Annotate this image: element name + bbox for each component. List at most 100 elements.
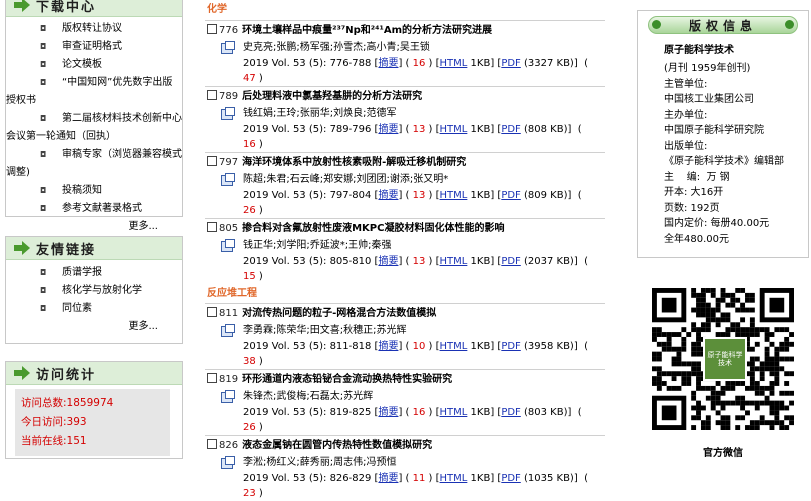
abstract-doc-icon: [221, 107, 235, 120]
article-page-number: 789: [219, 91, 239, 102]
html-size: 1KB: [470, 190, 491, 201]
pdf-download-count: 26: [243, 205, 256, 216]
abstract-link[interactable]: 摘要: [378, 190, 398, 201]
friend-link-item[interactable]: ◘ 核化学与放射化学: [6, 282, 182, 300]
html-link[interactable]: HTML: [440, 124, 468, 135]
select-checkbox[interactable]: [207, 307, 217, 317]
arrow-right-icon: [14, 366, 32, 380]
download-center-header: 下载中心: [6, 0, 182, 17]
article-page-number: 797: [219, 157, 239, 168]
document-icon: ◘: [40, 78, 47, 87]
pdf-link[interactable]: PDF: [501, 190, 520, 201]
article-page-number: 819: [219, 374, 239, 385]
info-line: 开本: 大16开: [664, 187, 724, 198]
citation: 2019 Vol. 53 (5): 797-804: [243, 190, 372, 201]
download-center-title: 下载中心: [36, 0, 97, 15]
abstract-link[interactable]: 摘要: [378, 124, 398, 135]
article-authors: 史克亮;张鹏;杨军强;孙雪杰;高小青;吴王锁: [243, 42, 430, 53]
html-link[interactable]: HTML: [440, 473, 468, 484]
info-line: 全年480.00元: [664, 233, 729, 245]
download-item[interactable]: ◘ 版权转让协议: [6, 20, 182, 38]
info-line: 主 编: 万 钢: [664, 171, 730, 183]
abstract-doc-icon: [221, 456, 235, 469]
info-line: 页数: 192页: [664, 202, 720, 214]
pdf-link[interactable]: PDF: [501, 124, 520, 135]
download-item[interactable]: ◘ 参考文献著录格式: [6, 200, 182, 218]
info-line: 中国核工业集团公司: [664, 94, 754, 105]
abstract-link[interactable]: 摘要: [378, 58, 398, 69]
html-link[interactable]: HTML: [440, 341, 468, 352]
article-entry: 797 海洋环境体系中放射性核素吸附-解吸迁移机制研究 陈超;朱君;石云峰;郑安娜…: [205, 152, 605, 218]
document-icon: ◘: [40, 204, 47, 213]
friend-link-item[interactable]: ◘ 质谱学报: [6, 264, 182, 282]
pdf-link[interactable]: PDF: [501, 58, 520, 69]
download-item[interactable]: ◘ 审查证明格式: [6, 38, 182, 56]
pdf-download-count: 16: [243, 139, 256, 150]
article-entry: 789 后处理料液中氯基羟基肼的分析方法研究 钱红娟;王玲;张丽华;刘焕良;范德军…: [205, 86, 605, 152]
left-sidebar: 下载中心 ◘ 版权转让协议 ◘ 审查证明格式 ◘ 论文模板 ◘ “中国知网”优先数字出版…: [0, 0, 183, 480]
visit-stats-header: 访问统计: [6, 362, 182, 385]
download-more-link[interactable]: 更多...: [6, 218, 182, 236]
abstract-link[interactable]: 摘要: [378, 341, 398, 352]
section-label: 反应堆工程: [207, 288, 257, 299]
download-item[interactable]: ◘ “中国知网”优先数字出版授权书: [6, 74, 182, 110]
article-page-number: 826: [219, 440, 239, 451]
html-size: 1KB: [470, 124, 491, 135]
download-item[interactable]: ◘ 审稿专家（浏览器兼容模式调整): [6, 146, 182, 182]
journal-name: 原子能科学技术: [664, 45, 734, 56]
abstract-doc-icon: [221, 324, 235, 337]
select-checkbox[interactable]: [207, 90, 217, 100]
article-title-link[interactable]: 掺合料对含氟放射性废液MKPC凝胶材料固化体性能的影响: [242, 223, 504, 234]
article-title-link[interactable]: 环境土壤样品中痕量²³⁷Np和²⁴¹Am的分析方法研究进展: [242, 25, 492, 36]
friend-links-more-link[interactable]: 更多...: [6, 318, 182, 336]
document-icon: ◘: [40, 304, 47, 313]
article-authors: 钱红娟;王玲;张丽华;刘焕良;范德军: [243, 108, 397, 119]
visit-stats-box: 访问统计 访问总数:1859974 今日访问:393 当前在线:151: [5, 361, 183, 459]
abstract-link[interactable]: 摘要: [378, 473, 398, 484]
abstract-count: 13: [412, 190, 426, 201]
html-link[interactable]: HTML: [440, 407, 468, 418]
qr-caption: 官方微信: [703, 448, 743, 459]
article-title-link[interactable]: 对流传热问题的粒子-网格混合方法数值模拟: [242, 308, 436, 319]
select-checkbox[interactable]: [207, 439, 217, 449]
download-center-box: 下载中心 ◘ 版权转让协议 ◘ 审查证明格式 ◘ 论文模板 ◘ “中国知网”优先数字出版…: [5, 0, 183, 232]
article-title-link[interactable]: 后处理料液中氯基羟基肼的分析方法研究: [242, 91, 422, 102]
download-item[interactable]: ◘ 论文模板: [6, 56, 182, 74]
html-link[interactable]: HTML: [440, 190, 468, 201]
friend-link-item[interactable]: ◘ 同位素: [6, 300, 182, 318]
pdf-link[interactable]: PDF: [501, 341, 520, 352]
article-authors: 朱锋杰;武俊梅;石磊太;苏光辉: [243, 391, 374, 402]
download-item[interactable]: ◘ 投稿须知: [6, 182, 182, 200]
download-list: ◘ 版权转让协议 ◘ 审查证明格式 ◘ 论文模板 ◘ “中国知网”优先数字出版授权书 ◘…: [6, 17, 182, 218]
info-line: 出版单位:: [664, 140, 708, 152]
select-checkbox[interactable]: [207, 373, 217, 383]
article-title-link[interactable]: 海洋环境体系中放射性核素吸附-解吸迁移机制研究: [242, 157, 466, 168]
article-entry: 826 液态金属钠在圆管内传热特性数值模拟研究 李淞;杨红义;薛秀丽;周志伟;冯预…: [205, 435, 605, 501]
article-title-link[interactable]: 环形通道内液态铅铋合金流动换热特性实验研究: [242, 374, 452, 385]
pdf-download-count: 23: [243, 488, 256, 499]
select-checkbox[interactable]: [207, 156, 217, 166]
pdf-link[interactable]: PDF: [501, 473, 520, 484]
pdf-link[interactable]: PDF: [501, 407, 520, 418]
abstract-count: 13: [412, 124, 426, 135]
bullet-icon: [652, 20, 661, 29]
select-checkbox[interactable]: [207, 222, 217, 232]
pdf-size: (808 KB): [523, 124, 568, 135]
total-visits: 访问总数:1859974: [21, 397, 114, 409]
select-checkbox[interactable]: [207, 24, 217, 34]
citation: 2019 Vol. 53 (5): 789-796: [243, 124, 372, 135]
abstract-link[interactable]: 摘要: [378, 256, 398, 267]
pdf-link[interactable]: PDF: [501, 256, 520, 267]
html-link[interactable]: HTML: [440, 256, 468, 267]
html-size: 1KB: [470, 407, 491, 418]
abstract-link[interactable]: 摘要: [378, 407, 398, 418]
download-item[interactable]: ◘ 第二届核材料技术创新中心会议第一轮通知（回执）: [6, 110, 182, 146]
info-line: 国内定价: 每册40.00元: [664, 218, 770, 229]
html-link[interactable]: HTML: [440, 58, 468, 69]
article-entry: 811 对流传热问题的粒子-网格混合方法数值模拟 李勇霖;陈荣华;田文喜;秋穗正;…: [205, 303, 605, 369]
article-authors: 李勇霖;陈荣华;田文喜;秋穗正;苏光辉: [243, 325, 407, 336]
document-icon: ◘: [40, 268, 47, 277]
article-title-link[interactable]: 液态金属钠在圆管内传热特性数值模拟研究: [242, 440, 432, 451]
article-list: 化学 776 环境土壤样品中痕量²³⁷Np和²⁴¹Am的分析方法研究进展 史克亮;…: [205, 0, 605, 499]
pdf-download-count: 26: [243, 422, 256, 433]
